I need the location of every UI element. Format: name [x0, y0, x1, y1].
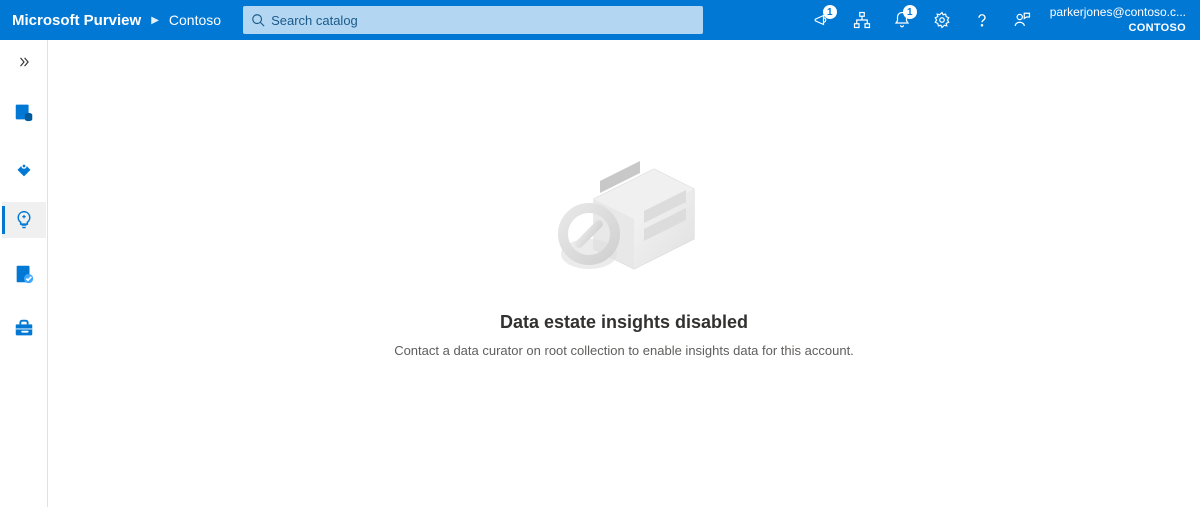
toolbox-icon — [13, 317, 35, 339]
nav-data-estate-insights[interactable] — [2, 202, 46, 238]
nav-management[interactable] — [2, 310, 46, 346]
policy-icon — [13, 263, 35, 285]
catalog-icon — [13, 101, 35, 123]
search-icon — [251, 13, 265, 27]
person-feedback-icon — [1013, 11, 1031, 29]
sitemap-button[interactable] — [842, 0, 882, 40]
nav-data-catalog[interactable] — [2, 94, 46, 130]
help-icon — [973, 11, 991, 29]
sitemap-icon — [853, 11, 871, 29]
nav-data-map[interactable] — [2, 148, 46, 184]
sidebar-expand-button[interactable] — [0, 48, 47, 76]
main-content: Data estate insights disabled Contact a … — [48, 40, 1200, 507]
empty-state-illustration — [539, 149, 709, 294]
data-map-icon — [13, 155, 35, 177]
user-account[interactable]: parkerjones@contoso.c... CONTOSO — [1042, 5, 1200, 35]
breadcrumb: Microsoft Purview ▶ Contoso — [0, 12, 233, 29]
brand-name[interactable]: Microsoft Purview — [12, 12, 141, 29]
app-body: Data estate insights disabled Contact a … — [0, 40, 1200, 507]
search-box[interactable] — [243, 6, 703, 34]
search-input[interactable] — [271, 13, 695, 28]
settings-button[interactable] — [922, 0, 962, 40]
user-email: parkerjones@contoso.c... — [1050, 5, 1186, 21]
empty-state-description: Contact a data curator on root collectio… — [394, 343, 854, 358]
notifications-button[interactable]: 1 — [882, 0, 922, 40]
user-org: CONTOSO — [1050, 21, 1186, 35]
feedback-button[interactable] — [1002, 0, 1042, 40]
help-button[interactable] — [962, 0, 1002, 40]
breadcrumb-account[interactable]: Contoso — [169, 12, 221, 28]
chevron-double-right-icon — [17, 55, 31, 69]
notifications-badge: 1 — [903, 5, 917, 19]
header-actions: 1 1 parkerjones@contoso.c... CONTOSO — [802, 0, 1200, 40]
diagnostics-badge: 1 — [823, 5, 837, 19]
nav-data-policy[interactable] — [2, 256, 46, 292]
lightbulb-icon — [14, 210, 34, 230]
diagnostics-button[interactable]: 1 — [802, 0, 842, 40]
app-header: Microsoft Purview ▶ Contoso 1 1 — [0, 0, 1200, 40]
gear-icon — [933, 11, 951, 29]
sidebar — [0, 40, 48, 507]
empty-state-title: Data estate insights disabled — [500, 312, 748, 333]
chevron-right-icon: ▶ — [151, 15, 159, 26]
search-container — [243, 6, 703, 34]
